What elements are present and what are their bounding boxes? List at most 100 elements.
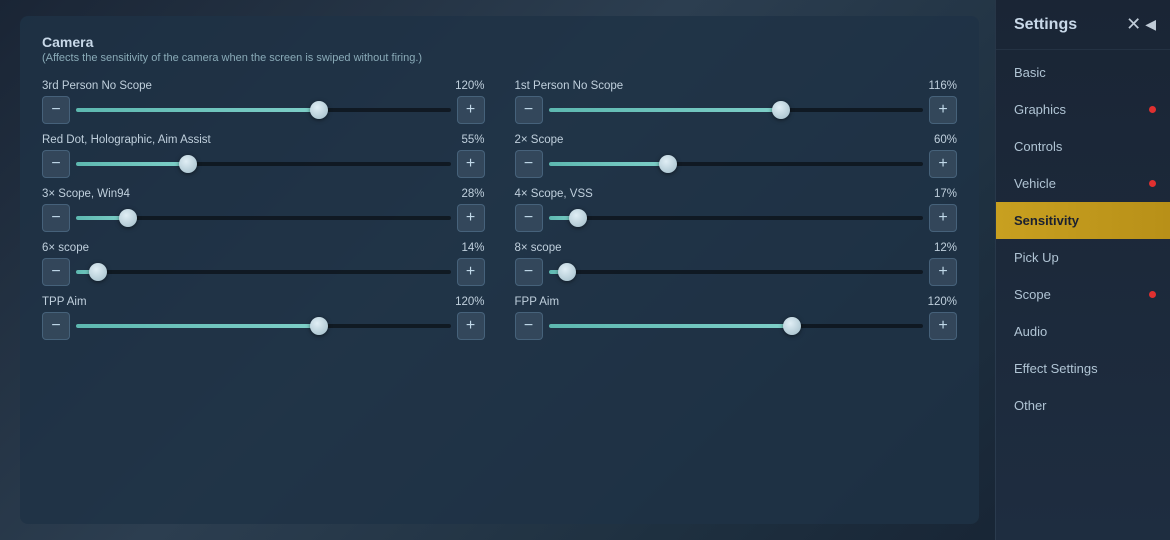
slider-group-3rd-person-no-scope: 3rd Person No Scope120%−+ [42,80,485,124]
sidebar-item-graphics[interactable]: Graphics [996,91,1170,128]
sidebar-item-effect-settings[interactable]: Effect Settings [996,350,1170,387]
slider-header-fpp-aim: FPP Aim120% [515,296,958,308]
slider-track-container-2x-scope[interactable] [549,150,924,178]
slider-plus-3x-scope[interactable]: + [457,204,485,232]
slider-label-6x-scope: 6× scope [42,242,89,254]
slider-minus-red-dot[interactable]: − [42,150,70,178]
slider-minus-6x-scope[interactable]: − [42,258,70,286]
slider-plus-fpp-aim[interactable]: + [929,312,957,340]
slider-header-2x-scope: 2× Scope 60% [515,134,958,146]
slider-thumb-3x-scope [119,209,137,227]
slider-plus-3rd-person-no-scope[interactable]: + [457,96,485,124]
sidebar-item-audio[interactable]: Audio [996,313,1170,350]
sidebar-item-label-pickup: Pick Up [1014,250,1059,265]
slider-track-2x-scope [549,162,924,166]
slider-value-tpp-aim: 120% [455,296,484,308]
slider-label-red-dot: Red Dot, Holographic, Aim Assist [42,134,211,146]
slider-value-red-dot: 55% [461,134,484,146]
sidebar-item-other[interactable]: Other [996,387,1170,424]
slider-row-1st-person-no-scope: −+ [515,96,958,124]
slider-group-fpp-aim: FPP Aim120% − + [515,296,958,340]
slider-group-1st-person-no-scope: 1st Person No Scope116%−+ [515,80,958,124]
slider-row-3x-scope: −+ [42,204,485,232]
slider-header-3x-scope: 3× Scope, Win94 28% [42,188,485,200]
slider-minus-3rd-person-no-scope[interactable]: − [42,96,70,124]
sidebar-item-sensitivity[interactable]: Sensitivity [996,202,1170,239]
slider-group-red-dot: Red Dot, Holographic, Aim Assist55%−+ [42,134,485,178]
slider-label-3x-scope: 3× Scope, Win94 [42,188,130,200]
slider-track-container-1st-person-no-scope[interactable] [549,96,924,124]
slider-minus-4x-scope[interactable]: − [515,204,543,232]
settings-box: Camera (Affects the sensitivity of the c… [20,16,979,524]
slider-value-3x-scope: 28% [461,188,484,200]
nav-dot-vehicle [1149,180,1156,187]
slider-thumb-8x-scope [558,263,576,281]
slider-minus-2x-scope[interactable]: − [515,150,543,178]
slider-track-container-4x-scope[interactable] [549,204,924,232]
slider-label-1st-person-no-scope: 1st Person No Scope [515,80,624,92]
slider-track-8x-scope [549,270,924,274]
sidebar-item-basic[interactable]: Basic [996,54,1170,91]
slider-header-tpp-aim: TPP Aim 120% [42,296,485,308]
slider-group-8x-scope: 8× scope12%−+ [515,242,958,286]
slider-track-container-red-dot[interactable] [76,150,451,178]
close-button[interactable]: ✕ ◀ [1126,14,1156,35]
slider-plus-1st-person-no-scope[interactable]: + [929,96,957,124]
slider-label-8x-scope: 8× scope [515,242,562,254]
slider-label-tpp-aim: TPP Aim [42,296,87,308]
slider-header-red-dot: Red Dot, Holographic, Aim Assist 55% [42,134,485,146]
slider-row-3rd-person-no-scope: −+ [42,96,485,124]
slider-track-red-dot [76,162,451,166]
back-icon: ◀ [1145,16,1156,33]
slider-track-container-fpp-aim[interactable] [549,312,924,340]
slider-fill-red-dot [76,162,188,166]
slider-plus-8x-scope[interactable]: + [929,258,957,286]
slider-value-2x-scope: 60% [934,134,957,146]
slider-plus-2x-scope[interactable]: + [929,150,957,178]
sidebar-item-controls[interactable]: Controls [996,128,1170,165]
sidebar-item-scope[interactable]: Scope [996,276,1170,313]
sidebar-header: Settings ✕ ◀ [996,0,1170,50]
slider-header-1st-person-no-scope: 1st Person No Scope 116% [515,80,958,92]
slider-group-6x-scope: 6× scope14%−+ [42,242,485,286]
sidebar-nav: BasicGraphicsControls Vehicle Sensitivity P… [996,50,1170,540]
sidebar-item-vehicle[interactable]: Vehicle [996,165,1170,202]
slider-track-container-3rd-person-no-scope[interactable] [76,96,451,124]
sidebar-item-label-other: Other [1014,398,1047,413]
slider-track-container-tpp-aim[interactable] [76,312,451,340]
slider-plus-6x-scope[interactable]: + [457,258,485,286]
slider-minus-fpp-aim[interactable]: − [515,312,543,340]
slider-track-6x-scope [76,270,451,274]
slider-value-1st-person-no-scope: 116% [928,80,957,92]
slider-row-red-dot: −+ [42,150,485,178]
slider-thumb-red-dot [179,155,197,173]
nav-dot-graphics [1149,106,1156,113]
slider-header-3rd-person-no-scope: 3rd Person No Scope120% [42,80,485,92]
slider-thumb-2x-scope [659,155,677,173]
slider-minus-tpp-aim[interactable]: − [42,312,70,340]
slider-row-4x-scope: −+ [515,204,958,232]
slider-thumb-3rd-person-no-scope [310,101,328,119]
sidebar-item-label-effect-settings: Effect Settings [1014,361,1098,376]
slider-plus-tpp-aim[interactable]: + [457,312,485,340]
sidebar-item-label-sensitivity: Sensitivity [1014,213,1079,228]
sidebar-item-label-vehicle: Vehicle [1014,176,1056,191]
sidebar-item-label-scope: Scope [1014,287,1051,302]
camera-title: Camera [42,34,957,50]
slider-track-tpp-aim [76,324,451,328]
slider-minus-1st-person-no-scope[interactable]: − [515,96,543,124]
slider-fill-2x-scope [549,162,669,166]
slider-plus-red-dot[interactable]: + [457,150,485,178]
slider-track-container-8x-scope[interactable] [549,258,924,286]
slider-track-container-6x-scope[interactable] [76,258,451,286]
camera-subtitle: (Affects the sensitivity of the camera w… [42,52,957,64]
slider-track-container-3x-scope[interactable] [76,204,451,232]
slider-minus-8x-scope[interactable]: − [515,258,543,286]
slider-minus-3x-scope[interactable]: − [42,204,70,232]
sidebar-item-pickup[interactable]: Pick Up [996,239,1170,276]
slider-label-3rd-person-no-scope: 3rd Person No Scope [42,80,152,92]
slider-group-4x-scope: 4× Scope, VSS17%−+ [515,188,958,232]
slider-value-fpp-aim: 120% [928,296,957,308]
slider-label-2x-scope: 2× Scope [515,134,564,146]
slider-plus-4x-scope[interactable]: + [929,204,957,232]
